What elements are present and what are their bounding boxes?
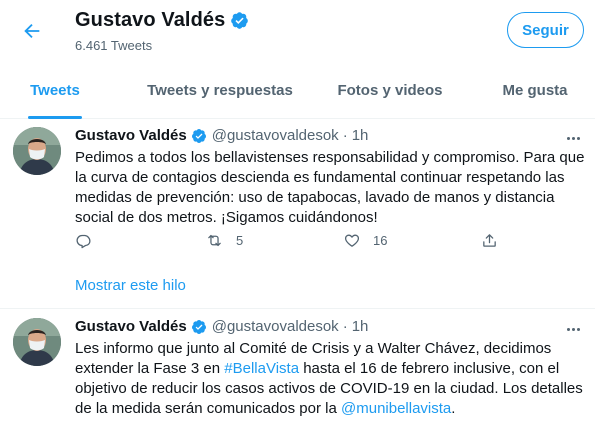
tweet-text-part: . — [451, 400, 456, 417]
back-arrow-icon[interactable] — [18, 17, 46, 45]
verified-badge-icon — [231, 12, 249, 29]
more-icon[interactable] — [563, 132, 583, 144]
follow-button[interactable]: Seguir — [507, 12, 584, 48]
tab-tweets-and-replies[interactable]: Tweets y respuestas — [125, 62, 315, 118]
tab-label: Fotos y videos — [337, 81, 443, 99]
tweet-header: Gustavo Valdés @gustavovaldesok · 1h — [75, 318, 368, 335]
tab-label: Tweets y respuestas — [147, 81, 293, 99]
tab-label: Tweets — [30, 81, 80, 99]
reply-icon — [76, 234, 91, 249]
share-icon — [483, 234, 496, 247]
hashtag-link[interactable]: #BellaVista — [224, 360, 299, 377]
verified-badge-icon — [191, 128, 206, 143]
more-icon[interactable] — [563, 323, 583, 335]
tweet-time[interactable]: 1h — [352, 127, 369, 144]
separator-dot: · — [342, 127, 348, 144]
profile-header: Gustavo Valdés 6.461 Tweets Seguir — [0, 0, 595, 62]
tweet-time[interactable]: 1h — [352, 318, 369, 335]
profile-name: Gustavo Valdés — [75, 9, 226, 31]
tweet[interactable]: Gustavo Valdés @gustavovaldesok · 1h Les… — [0, 309, 595, 424]
tab-likes[interactable]: Me gusta — [475, 62, 595, 118]
separator-dot: · — [342, 318, 348, 335]
avatar[interactable] — [13, 127, 61, 175]
tweet-header: Gustavo Valdés @gustavovaldesok · 1h — [75, 127, 368, 144]
share-button[interactable] — [481, 232, 498, 249]
tweet-text: Les informo que junto al Comité de Crisi… — [75, 339, 587, 419]
like-icon — [344, 234, 360, 247]
author-handle[interactable]: @gustavovaldesok — [212, 127, 339, 144]
reply-button[interactable] — [75, 232, 92, 249]
tweet-actions: 5 16 — [75, 232, 505, 256]
profile-tabs: Tweets Tweets y respuestas Fotos y video… — [0, 62, 595, 119]
tweet-text: Pedimos a todos los bellavistenses respo… — [75, 149, 585, 226]
author-handle[interactable]: @gustavovaldesok — [212, 318, 339, 335]
avatar[interactable] — [13, 318, 61, 366]
retweet-count: 5 — [236, 233, 244, 248]
retweet-button[interactable]: 5 — [205, 232, 243, 249]
header-title-block: Gustavo Valdés 6.461 Tweets — [75, 9, 249, 53]
tweet-count: 6.461 Tweets — [75, 38, 153, 53]
tab-label: Me gusta — [502, 81, 568, 99]
tab-tweets[interactable]: Tweets — [0, 62, 110, 119]
author-name[interactable]: Gustavo Valdés — [75, 318, 187, 335]
like-count: 16 — [373, 233, 388, 248]
mention-link[interactable]: @munibellavista — [341, 400, 451, 417]
tweet[interactable]: Gustavo Valdés @gustavovaldesok · 1h Ped… — [0, 119, 595, 309]
show-thread-link[interactable]: Mostrar este hilo — [75, 277, 186, 294]
verified-badge-icon — [191, 319, 206, 334]
like-button[interactable]: 16 — [343, 232, 387, 249]
author-name[interactable]: Gustavo Valdés — [75, 127, 187, 144]
retweet-icon — [208, 234, 221, 247]
tab-photos-and-videos[interactable]: Fotos y videos — [320, 62, 460, 118]
